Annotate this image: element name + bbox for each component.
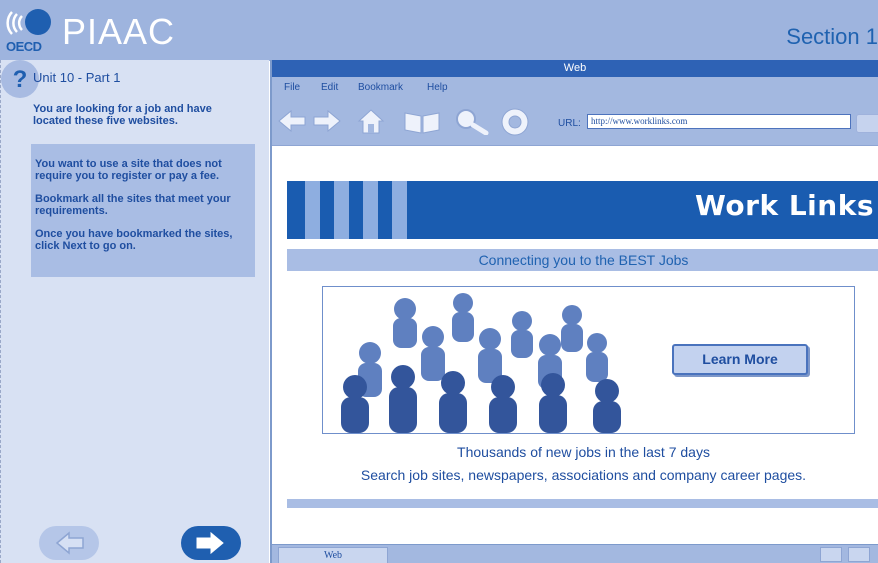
menu-bar: File Edit Bookmark Help xyxy=(272,77,878,99)
instruction-1: You want to use a site that does not req… xyxy=(35,158,222,182)
banner-stripe xyxy=(392,181,407,239)
browser-toolbar: URL: http://www.worklinks.com xyxy=(272,99,878,146)
help-button[interactable]: ? xyxy=(1,60,39,98)
crowd-photo xyxy=(325,287,645,433)
unit-title: Unit 10 - Part 1 xyxy=(33,70,121,85)
menu-bookmark[interactable]: Bookmark xyxy=(358,82,403,93)
banner-stripe xyxy=(305,181,320,239)
site-tagline: Connecting you to the BEST Jobs xyxy=(287,249,878,271)
tab-web[interactable]: Web xyxy=(278,547,388,563)
url-label: URL: xyxy=(558,118,581,129)
section-label: Section 1 xyxy=(786,24,878,49)
instruction-3: Once you have bookmarked the sites, clic… xyxy=(35,228,233,252)
menu-file[interactable]: File xyxy=(284,82,300,93)
browser-title: Web xyxy=(272,60,878,77)
view-toggle-button[interactable] xyxy=(820,547,842,562)
site-title: Work Links xyxy=(695,189,874,222)
instruction-2: Bookmark all the sites that meet your re… xyxy=(35,193,231,217)
app-title: PIAAC xyxy=(62,11,176,52)
go-button[interactable] xyxy=(856,114,878,133)
banner-stripe xyxy=(363,181,378,239)
task-instructions: You want to use a site that does not req… xyxy=(31,144,255,277)
arrow-right-icon xyxy=(196,531,224,555)
url-field[interactable]: http://www.worklinks.com xyxy=(587,114,851,129)
oecd-logo-text: OECD xyxy=(6,39,42,54)
promo-box: Learn More xyxy=(322,286,855,434)
menu-edit[interactable]: Edit xyxy=(321,82,338,93)
arrow-left-icon xyxy=(55,531,84,555)
forward-icon[interactable] xyxy=(312,107,342,135)
home-icon[interactable] xyxy=(356,107,386,135)
browser-window: Web File Edit Bookmark Help URL: http://… xyxy=(270,60,878,563)
back-icon[interactable] xyxy=(277,107,307,135)
content-divider xyxy=(287,499,878,508)
site-headline: Thousands of new jobs in the last 7 days xyxy=(457,444,710,460)
header-bar: OECD PIAAC Section 1 xyxy=(0,0,878,61)
browser-status-bar: Web xyxy=(272,544,878,563)
bookmarks-icon[interactable] xyxy=(402,107,442,135)
next-button[interactable] xyxy=(181,526,241,560)
question-icon: ? xyxy=(13,66,28,93)
help-lifebuoy-icon[interactable] xyxy=(498,107,532,137)
site-subline: Search job sites, newspapers, associatio… xyxy=(360,467,807,483)
page: OECD PIAAC Section 1 Unit 10 - Part 1 Yo… xyxy=(0,0,878,563)
site-banner: Work Links xyxy=(287,181,878,239)
learn-more-button[interactable]: Learn More xyxy=(672,344,808,375)
banner-stripe xyxy=(334,181,349,239)
svg-text:?: ? xyxy=(13,66,28,93)
view-toggle-button[interactable] xyxy=(848,547,870,562)
search-icon[interactable] xyxy=(454,107,490,135)
menu-help[interactable]: Help xyxy=(427,82,448,93)
intro-text: You are looking for a job and have locat… xyxy=(33,103,212,127)
instructions-panel: Unit 10 - Part 1 You are looking for a j… xyxy=(0,60,269,563)
back-button[interactable] xyxy=(39,526,99,560)
